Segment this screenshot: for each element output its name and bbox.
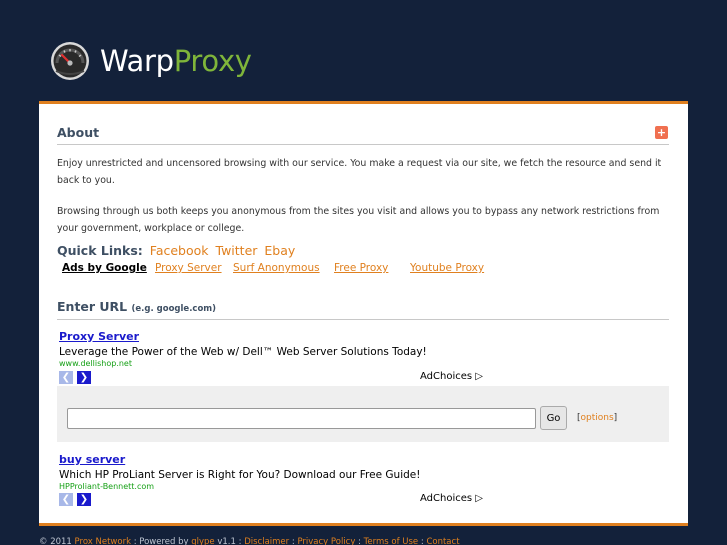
footer-disclaimer[interactable]: Disclaimer	[244, 537, 289, 545]
about-paragraph-2: Browsing through us both keeps you anony…	[57, 206, 660, 234]
ad-1-prev-icon[interactable]: ❮	[59, 371, 73, 384]
ad-1-next-icon[interactable]: ❯	[77, 371, 91, 384]
footer-sep-2: :	[355, 537, 364, 545]
url-input[interactable]	[67, 408, 536, 429]
ad-2-prev-icon[interactable]: ❮	[59, 493, 73, 506]
enter-url-title: Enter URL (e.g. google.com)	[57, 299, 216, 314]
ad-1-nav: ❮ ❯ AdChoices ▷	[59, 371, 669, 385]
ad-link-proxy-server[interactable]: Proxy Server	[155, 262, 222, 274]
footer-glype[interactable]: glype	[191, 537, 214, 545]
ad-2-title[interactable]: buy server	[59, 453, 669, 466]
ad-1-title[interactable]: Proxy Server	[59, 330, 669, 343]
adchoices-1-label: AdChoices	[420, 371, 473, 382]
logo-warp: Warp	[100, 44, 174, 78]
logo-text: WarpProxy	[100, 44, 252, 78]
ad-unit-1: Proxy Server Leverage the Power of the W…	[59, 330, 669, 368]
enter-url-hint: (e.g. google.com)	[131, 304, 217, 314]
ad-link-free-proxy[interactable]: Free Proxy	[334, 262, 388, 274]
ad-2-url[interactable]: HPProliant-Bennett.com	[59, 482, 669, 491]
adchoices-1[interactable]: AdChoices ▷	[420, 371, 483, 382]
options-close-bracket: ]	[613, 413, 618, 423]
enter-url-label: Enter URL	[57, 299, 128, 314]
quick-link-ebay[interactable]: Ebay	[264, 243, 295, 258]
options-link[interactable]: options	[581, 413, 614, 423]
about-title: About	[57, 125, 100, 140]
logo-proxy: Proxy	[173, 44, 252, 78]
footer-version: v1.1 :	[214, 537, 245, 545]
footer-prox-network[interactable]: Prox Network	[75, 537, 131, 545]
go-button[interactable]: Go	[540, 406, 567, 430]
quick-links: Quick Links: Facebook Twitter Ebay	[57, 243, 295, 258]
ad-1-url[interactable]: www.dellishop.net	[59, 359, 669, 368]
quick-links-label: Quick Links:	[57, 243, 143, 258]
gauge-icon	[51, 42, 89, 80]
ad-unit-2: buy server Which HP ProLiant Server is R…	[59, 453, 669, 491]
ads-by-google[interactable]: Ads by Google	[62, 262, 147, 274]
quick-link-facebook[interactable]: Facebook	[150, 243, 209, 258]
ad-1-text: Leverage the Power of the Web w/ Dell™ W…	[59, 346, 427, 358]
adchoices-2-label: AdChoices	[420, 493, 473, 504]
footer-powered-by: : Powered by	[131, 537, 192, 545]
footer-contact[interactable]: Contact	[426, 537, 459, 545]
footer: © 2011 Prox Network : Powered by glype v…	[39, 537, 460, 545]
quick-link-twitter[interactable]: Twitter	[216, 243, 258, 258]
adchoices-triangle-icon: ▷	[475, 371, 483, 382]
main-panel: About + Enjoy unrestricted and uncensore…	[39, 101, 688, 526]
ad-2-next-icon[interactable]: ❯	[77, 493, 91, 506]
footer-copyright: © 2011	[39, 537, 72, 545]
ad-2-text: Which HP ProLiant Server is Right for Yo…	[59, 469, 421, 481]
ad-link-surf-anonymous[interactable]: Surf Anonymous	[233, 262, 320, 274]
adchoices-2[interactable]: AdChoices ▷	[420, 493, 483, 504]
options-toggle: [options]	[577, 413, 617, 423]
url-form: Go [options]	[57, 386, 669, 442]
url-divider	[57, 319, 669, 320]
about-paragraph-1: Enjoy unrestricted and uncensored browsi…	[57, 158, 662, 186]
footer-privacy-policy[interactable]: Privacy Policy	[297, 537, 355, 545]
site-logo[interactable]: WarpProxy	[50, 41, 252, 81]
collapse-plus-icon[interactable]: +	[655, 126, 668, 139]
footer-terms-of-use[interactable]: Terms of Use	[364, 537, 419, 545]
about-divider	[57, 144, 669, 145]
ad-link-youtube-proxy[interactable]: Youtube Proxy	[410, 262, 484, 274]
ad-2-nav: ❮ ❯ AdChoices ▷	[59, 493, 669, 507]
ad-links-row: Ads by Google Proxy Server Surf Anonymou…	[62, 262, 484, 274]
adchoices-triangle-icon: ▷	[475, 493, 483, 504]
